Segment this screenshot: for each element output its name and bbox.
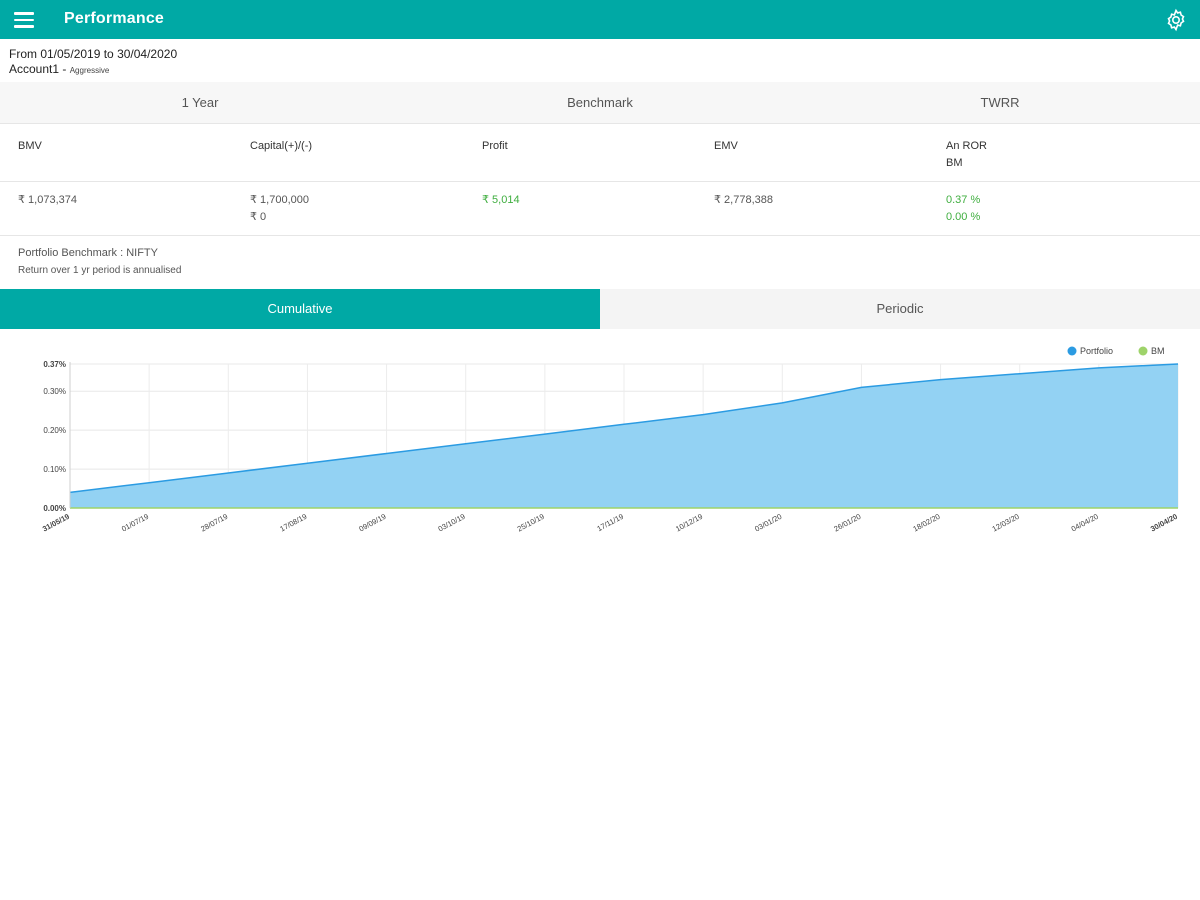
x-tick-1: 01/07/19 — [120, 512, 150, 534]
header-profit: Profit — [482, 138, 508, 155]
x-tick-12: 12/03/20 — [991, 512, 1021, 534]
legend-bm-label: BM — [1151, 346, 1165, 356]
header-bmv: BMV — [18, 138, 42, 155]
value-bmv: ₹ 1,073,374 — [18, 192, 77, 209]
period-1-year[interactable]: 1 Year — [0, 95, 400, 110]
x-tick-8: 10/12/19 — [674, 512, 704, 534]
account-label: Account1 - Aggressive — [9, 62, 109, 76]
legend-portfolio-dot — [1067, 346, 1077, 356]
period-twrr[interactable]: TWRR — [800, 95, 1200, 110]
y-axis: 0.00% 0.10% 0.20% 0.30% 0.37% — [43, 360, 71, 513]
date-range: From 01/05/2019 to 30/04/2020 — [9, 47, 178, 61]
metrics-value-row: ₹ 1,073,374 ₹ 1,700,000 ₹ 0 ₹ 5,014 ₹ 2,… — [0, 182, 1200, 236]
bm-value: 0.00 % — [946, 211, 981, 223]
y-tick-1: 0.10% — [43, 465, 66, 474]
emv-value: ₹ 2,778,388 — [714, 194, 773, 206]
y-tick-4: 0.37% — [43, 360, 66, 369]
capital-out-value: ₹ 0 — [250, 211, 267, 223]
profit-value: ₹ 5,014 — [482, 194, 520, 206]
metrics-header-row: BMV Capital(+)/(-) Profit EMV An ROR BM — [0, 124, 1200, 182]
account-name: Account1 - — [9, 62, 67, 76]
header-ror: An ROR BM — [946, 138, 987, 172]
x-tick-10: 26/01/20 — [832, 512, 862, 534]
header-bm-label: BM — [946, 157, 963, 169]
period-selector: 1 Year Benchmark TWRR — [0, 82, 1200, 124]
y-tick-0: 0.00% — [43, 504, 66, 513]
x-tick-5: 03/10/19 — [437, 512, 467, 534]
x-tick-3: 17/08/19 — [278, 512, 308, 534]
value-emv: ₹ 2,778,388 — [714, 192, 773, 209]
x-axis: 31/05/19 01/07/19 28/07/19 17/08/19 09/09/19… — [41, 512, 1179, 534]
header-profit-label: Profit — [482, 140, 508, 152]
x-tick-14: 30/04/20 — [1149, 512, 1179, 534]
tab-cumulative[interactable]: Cumulative — [0, 289, 600, 329]
header-emv-label: EMV — [714, 140, 738, 152]
y-tick-2: 0.20% — [43, 426, 66, 435]
value-capital: ₹ 1,700,000 ₹ 0 — [250, 192, 309, 226]
x-tick-6: 25/10/19 — [516, 512, 546, 534]
x-tick-13: 04/04/20 — [1070, 512, 1100, 534]
bmv-value: ₹ 1,073,374 — [18, 194, 77, 206]
header-bmv-label: BMV — [18, 140, 42, 152]
chart-legend: Portfolio BM — [1067, 346, 1165, 356]
header-emv: EMV — [714, 138, 738, 155]
y-tick-3: 0.30% — [43, 387, 66, 396]
tab-periodic[interactable]: Periodic — [600, 289, 1200, 329]
annualised-note: Return over 1 yr period is annualised — [18, 265, 182, 276]
x-tick-4: 09/09/19 — [358, 512, 388, 534]
performance-chart: 0.00% 0.10% 0.20% 0.30% 0.37% 31/05/19 01/07/… — [41, 346, 1179, 534]
header-capital: Capital(+)/(-) — [250, 138, 312, 155]
legend-bm-dot — [1138, 346, 1148, 356]
x-tick-7: 17/11/19 — [595, 512, 625, 533]
benchmark-note: Portfolio Benchmark : NIFTY — [18, 247, 158, 259]
capital-in-value: ₹ 1,700,000 — [250, 194, 309, 206]
menu-icon[interactable] — [14, 12, 34, 28]
legend-portfolio-label: Portfolio — [1080, 346, 1113, 356]
app-bar: Performance — [0, 0, 1200, 39]
account-profile: Aggressive — [69, 66, 110, 75]
value-ror: 0.37 % 0.00 % — [946, 192, 980, 226]
chart-tabs: Cumulative Periodic — [0, 289, 1200, 329]
page-title: Performance — [64, 10, 165, 27]
x-tick-9: 03/01/20 — [753, 512, 783, 534]
x-tick-2: 28/07/19 — [199, 512, 229, 534]
value-profit: ₹ 5,014 — [482, 192, 520, 209]
x-tick-11: 18/02/20 — [912, 512, 942, 534]
header-capital-label: Capital(+)/(-) — [250, 140, 313, 152]
gear-icon[interactable] — [1164, 8, 1188, 32]
ror-value: 0.37 % — [946, 194, 981, 206]
period-benchmark[interactable]: Benchmark — [400, 95, 800, 110]
header-ror-label: An ROR — [946, 140, 987, 152]
x-tick-0: 31/05/19 — [41, 512, 71, 534]
